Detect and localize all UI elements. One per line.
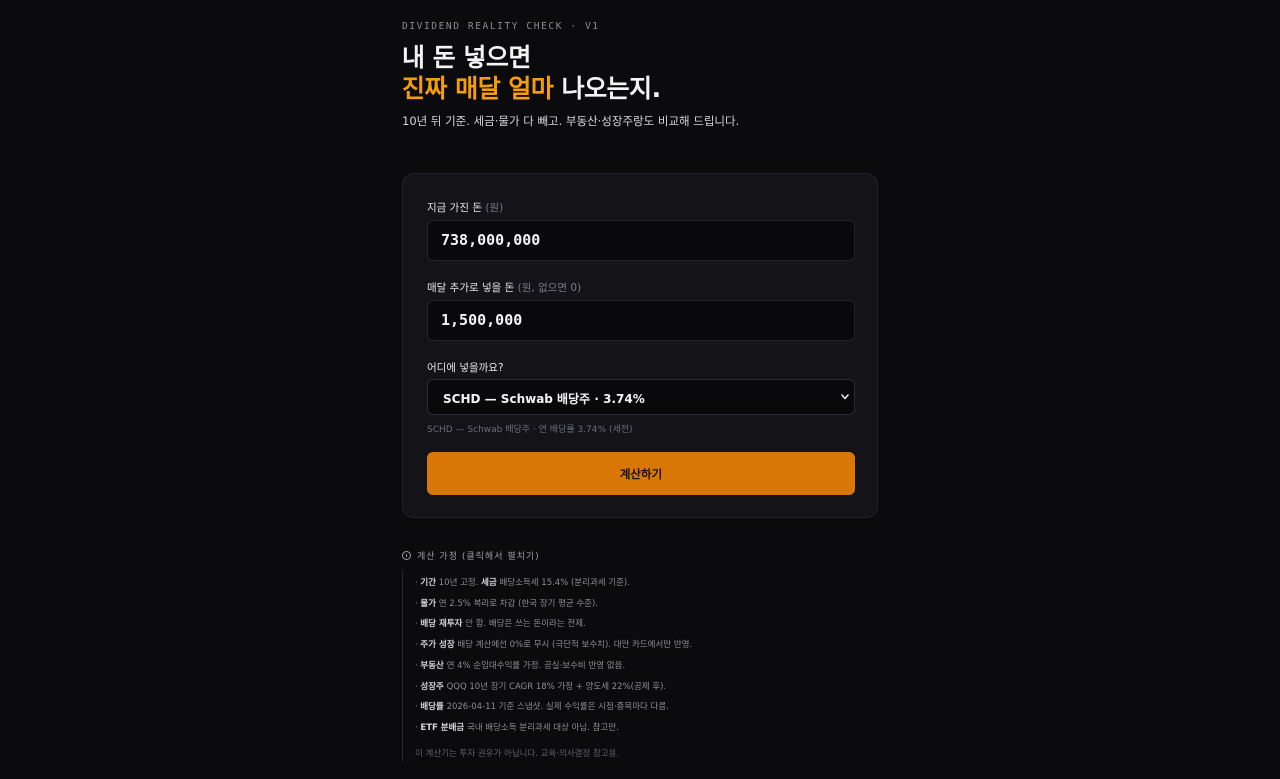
assumption-item: · 성장주 QQQ 10년 장기 CAGR 18% 가정 + 양도세 22%(공… (415, 682, 667, 692)
assumption-key: 주가 성장 (420, 640, 455, 650)
assumption-item: · 부동산 연 4% 순임대수익률 가정. 공실·보수비 반영 없음. (415, 661, 626, 671)
title-line-2: 진짜 매달 얼마 나오는지. (402, 73, 661, 104)
assumption-text: 연 4% 순임대수익률 가정. 공실·보수비 반영 없음. (443, 661, 626, 671)
monthly-label-text: 매달 추가로 넣을 돈 (427, 282, 515, 294)
principal-input[interactable]: 738,000,000 (427, 220, 855, 261)
assumption-text: QQQ 10년 장기 CAGR 18% 가정 + 양도세 22%(공제 후). (443, 682, 667, 692)
asset-label: 어디에 넣을까요? (427, 362, 504, 374)
assumption-item: · 기간 10년 고정. 세금 배당소득세 15.4% (분리과세 기준). (415, 578, 630, 588)
assumption-text: 배당소득세 15.4% (분리과세 기준). (496, 578, 630, 588)
assumptions-list: · 기간 10년 고정. 세금 배당소득세 15.4% (분리과세 기준). ·… (402, 570, 803, 762)
principal-label-text: 지금 가진 돈 (427, 202, 482, 214)
monthly-input[interactable]: 1,500,000 (427, 300, 855, 341)
assumption-key: ETF 분배금 (420, 723, 465, 733)
assumptions-toggle[interactable]: 계산 가정 (클릭해서 펼치기) (402, 549, 540, 562)
monthly-hint: (원, 없으면 0) (517, 282, 582, 294)
chevron-down-icon (841, 394, 849, 400)
disclaimer: 이 계산기는 투자 권유가 아닙니다. 교육·의사결정 참고용. (415, 749, 620, 759)
assumption-text: 배당 계산에선 0%로 무시 (극단적 보수치). 대안 카드에서만 반영. (454, 640, 693, 650)
info-icon (402, 551, 411, 560)
assumption-item: · 물가 연 2.5% 복리로 차감 (한국 장기 평균 수준). (415, 599, 599, 609)
assumption-text: 안 함. 배당은 쓰는 돈이라는 전제. (462, 619, 586, 629)
title-rest: 나오는지. (553, 74, 662, 103)
assumption-item: · 배당 재투자 안 함. 배당은 쓰는 돈이라는 전제. (415, 619, 586, 629)
page-subtitle: 10년 뒤 기준. 세금·물가 다 빼고. 부동산·성장주랑도 비교해 드립니다… (402, 114, 740, 128)
assumption-key: 부동산 (420, 661, 444, 671)
principal-label: 지금 가진 돈 (원) (427, 200, 503, 215)
assumption-text: 10년 고정. (436, 578, 482, 588)
asset-note: SCHD — Schwab 배당주 · 연 배당률 3.74% (세전) (427, 425, 633, 435)
principal-hint: (원) (485, 202, 504, 214)
assumption-key: 세금 (481, 578, 497, 588)
monthly-label: 매달 추가로 넣을 돈 (원, 없으면 0) (427, 280, 581, 295)
page-title: 내 돈 넣으면 진짜 매달 얼마 나오는지. (402, 42, 661, 104)
asset-select-value: SCHD — Schwab 배당주 · 3.74% (443, 392, 645, 406)
calculate-button[interactable]: 계산하기 (427, 452, 855, 495)
title-accent: 진짜 매달 얼마 (402, 74, 554, 103)
assumption-key: 물가 (420, 599, 437, 609)
assumption-item: · 배당률 2026-04-11 기준 스냅샷. 실제 수익률은 시점·종목마다… (415, 702, 669, 712)
eyebrow-label: DIVIDEND REALITY CHECK · V1 (402, 21, 600, 32)
assumption-text: 2026-04-11 기준 스냅샷. 실제 수익률은 시점·종목마다 다름. (443, 702, 669, 712)
assumption-text: 국내 배당소득 분리과세 대상 아님. 참고만. (464, 723, 619, 733)
assumption-key: 기간 (420, 578, 437, 588)
assumptions-toggle-label: 계산 가정 (클릭해서 펼치기) (417, 552, 540, 562)
calculator-card: 지금 가진 돈 (원) 738,000,000 매달 추가로 넣을 돈 (원, … (402, 173, 878, 518)
assumption-item: · 주가 성장 배당 계산에선 0%로 무시 (극단적 보수치). 대안 카드에… (415, 640, 693, 650)
title-line-1: 내 돈 넣으면 (402, 43, 531, 72)
asset-select[interactable]: SCHD — Schwab 배당주 · 3.74% (427, 379, 855, 415)
assumption-key: 배당 재투자 (420, 619, 463, 629)
assumption-item: · ETF 분배금 국내 배당소득 분리과세 대상 아님. 참고만. (415, 723, 619, 733)
assumption-key: 성장주 (420, 682, 444, 692)
assumption-key: 배당률 (420, 702, 444, 712)
assumption-text: 연 2.5% 복리로 차감 (한국 장기 평균 수준). (436, 599, 599, 609)
